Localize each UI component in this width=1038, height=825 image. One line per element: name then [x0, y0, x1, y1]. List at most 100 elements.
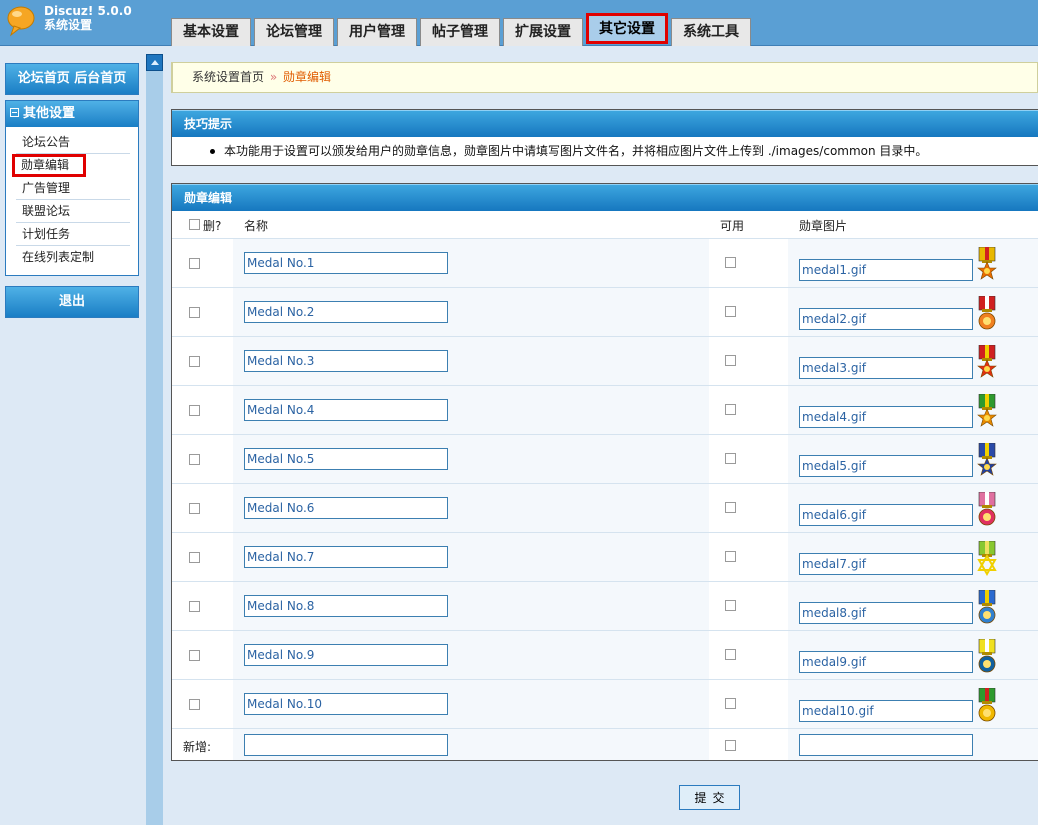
- medal-name-input[interactable]: [244, 350, 448, 372]
- tips-panel: 技巧提示 本功能用于设置可以颁发给用户的勋章信息，勋章图片中请填写图片文件名，并…: [171, 109, 1038, 166]
- submit-button[interactable]: 提交: [679, 785, 740, 810]
- medal-image-input[interactable]: [799, 602, 973, 624]
- medal-name-input[interactable]: [244, 301, 448, 323]
- delete-checkbox[interactable]: [189, 601, 200, 612]
- tip-item: 本功能用于设置可以颁发给用户的勋章信息，勋章图片中请填写图片文件名，并将相应图片…: [172, 137, 1038, 165]
- medal-edit-title: 勋章编辑: [172, 184, 1038, 211]
- medal-image-input[interactable]: [799, 357, 973, 379]
- medal-name-input[interactable]: [244, 693, 448, 715]
- collapse-icon[interactable]: [10, 108, 19, 117]
- medal-image-input[interactable]: [799, 308, 973, 330]
- delete-checkbox[interactable]: [189, 307, 200, 318]
- header-image: 勋章图片: [799, 219, 848, 233]
- available-checkbox[interactable]: [725, 453, 736, 464]
- available-checkbox[interactable]: [725, 404, 736, 415]
- medal-row: [172, 483, 1038, 532]
- scroll-up-icon[interactable]: [146, 54, 163, 71]
- medal-name-input[interactable]: [244, 399, 448, 421]
- sidebar-item-announcements[interactable]: 论坛公告: [16, 131, 130, 154]
- main-tabs: 基本设置 论坛管理 用户管理 帖子管理 扩展设置 其它设置 系统工具: [171, 13, 754, 46]
- medal-image-input[interactable]: [799, 455, 973, 477]
- sidebar-item-medal-edit[interactable]: 勋章编辑: [12, 154, 86, 177]
- available-checkbox[interactable]: [725, 355, 736, 366]
- tab-forum-management[interactable]: 论坛管理: [254, 18, 334, 46]
- medal-name-input[interactable]: [244, 448, 448, 470]
- delete-checkbox[interactable]: [189, 405, 200, 416]
- medal-name-input[interactable]: [244, 546, 448, 568]
- app-subtitle: 系统设置: [44, 18, 93, 32]
- breadcrumb: 系统设置首页 » 勋章编辑: [171, 62, 1038, 93]
- sidebar-section-title: 其他设置: [23, 106, 76, 121]
- discuz-logo-icon: [7, 6, 35, 37]
- available-checkbox[interactable]: [725, 306, 736, 317]
- medal-icon: [978, 688, 996, 722]
- sidebar-section-header[interactable]: 其他设置: [6, 101, 138, 127]
- medal-icon: [977, 541, 997, 577]
- delete-checkbox[interactable]: [189, 650, 200, 661]
- tab-basic-settings[interactable]: 基本设置: [171, 18, 251, 46]
- tip-text: 本功能用于设置可以颁发给用户的勋章信息，勋章图片中请填写图片文件名，并将相应图片…: [224, 144, 928, 158]
- medal-image-input[interactable]: [799, 406, 973, 428]
- medal-image-input[interactable]: [799, 651, 973, 673]
- medal-name-input[interactable]: [244, 595, 448, 617]
- delete-checkbox[interactable]: [189, 258, 200, 269]
- delete-checkbox[interactable]: [189, 356, 200, 367]
- tab-extended-settings[interactable]: 扩展设置: [503, 18, 583, 46]
- available-checkbox[interactable]: [725, 600, 736, 611]
- tab-user-management[interactable]: 用户管理: [337, 18, 417, 46]
- breadcrumb-home[interactable]: 系统设置首页: [192, 70, 264, 84]
- breadcrumb-separator: »: [269, 70, 278, 84]
- available-checkbox[interactable]: [725, 257, 736, 268]
- medal-image-input[interactable]: [799, 553, 973, 575]
- medal-name-input[interactable]: [244, 644, 448, 666]
- tab-post-management[interactable]: 帖子管理: [420, 18, 500, 46]
- available-checkbox[interactable]: [725, 502, 736, 513]
- main-content: 系统设置首页 » 勋章编辑 技巧提示 本功能用于设置可以颁发给用户的勋章信息，勋…: [171, 62, 1038, 810]
- new-medal-row: 新增:: [172, 728, 1038, 760]
- medal-icon: [977, 247, 997, 280]
- medal-name-input[interactable]: [244, 252, 448, 274]
- delete-checkbox[interactable]: [189, 503, 200, 514]
- new-available-checkbox[interactable]: [725, 740, 736, 751]
- medal-icon: [977, 345, 997, 378]
- delete-checkbox[interactable]: [189, 454, 200, 465]
- tab-system-tools[interactable]: 系统工具: [671, 18, 751, 46]
- medal-row: [172, 287, 1038, 336]
- sidebar-menu: 论坛公告 勋章编辑 广告管理 联盟论坛 计划任务 在线列表定制: [6, 127, 138, 275]
- medal-icon: [978, 590, 996, 624]
- frame-scroll-strip: [146, 54, 163, 825]
- sidebar-links-box: 论坛首页 后台首页: [5, 63, 139, 95]
- breadcrumb-current: 勋章编辑: [283, 70, 332, 84]
- medal-icon: [978, 296, 996, 330]
- available-checkbox[interactable]: [725, 649, 736, 660]
- medal-row: [172, 434, 1038, 483]
- available-checkbox[interactable]: [725, 551, 736, 562]
- medal-image-input[interactable]: [799, 504, 973, 526]
- sidebar-item-ads[interactable]: 广告管理: [16, 177, 130, 200]
- sidebar-item-scheduled-tasks[interactable]: 计划任务: [16, 223, 130, 246]
- delete-checkbox[interactable]: [189, 699, 200, 710]
- medal-table-header: 删? 名称 可用 勋章图片: [172, 211, 1038, 238]
- medal-name-input[interactable]: [244, 497, 448, 519]
- header-available: 可用: [720, 219, 745, 233]
- new-name-input[interactable]: [244, 734, 448, 756]
- sidebar-logout-box: 退出: [5, 286, 139, 318]
- new-image-input[interactable]: [799, 734, 973, 756]
- sidebar-home-links[interactable]: 论坛首页 后台首页: [6, 64, 138, 94]
- medal-image-input[interactable]: [799, 259, 973, 281]
- tab-other-settings[interactable]: 其它设置: [586, 13, 668, 44]
- delete-checkbox[interactable]: [189, 552, 200, 563]
- sidebar-item-online-list[interactable]: 在线列表定制: [16, 246, 130, 269]
- medal-row: [172, 238, 1038, 287]
- medal-image-input[interactable]: [799, 700, 973, 722]
- app-title: Discuz! 5.0.0 系统设置: [44, 4, 132, 32]
- medal-row: [172, 385, 1038, 434]
- logout-button[interactable]: 退出: [6, 287, 138, 317]
- sidebar: 论坛首页 后台首页 其他设置 论坛公告 勋章编辑 广告管理 联盟论坛 计划任务 …: [0, 47, 145, 825]
- sidebar-other-settings: 其他设置 论坛公告 勋章编辑 广告管理 联盟论坛 计划任务 在线列表定制: [5, 100, 139, 276]
- sidebar-item-union-forums[interactable]: 联盟论坛: [16, 200, 130, 223]
- header-delete: 删?: [203, 219, 222, 233]
- available-checkbox[interactable]: [725, 698, 736, 709]
- medal-icon: [978, 639, 996, 673]
- select-all-checkbox[interactable]: [189, 219, 200, 230]
